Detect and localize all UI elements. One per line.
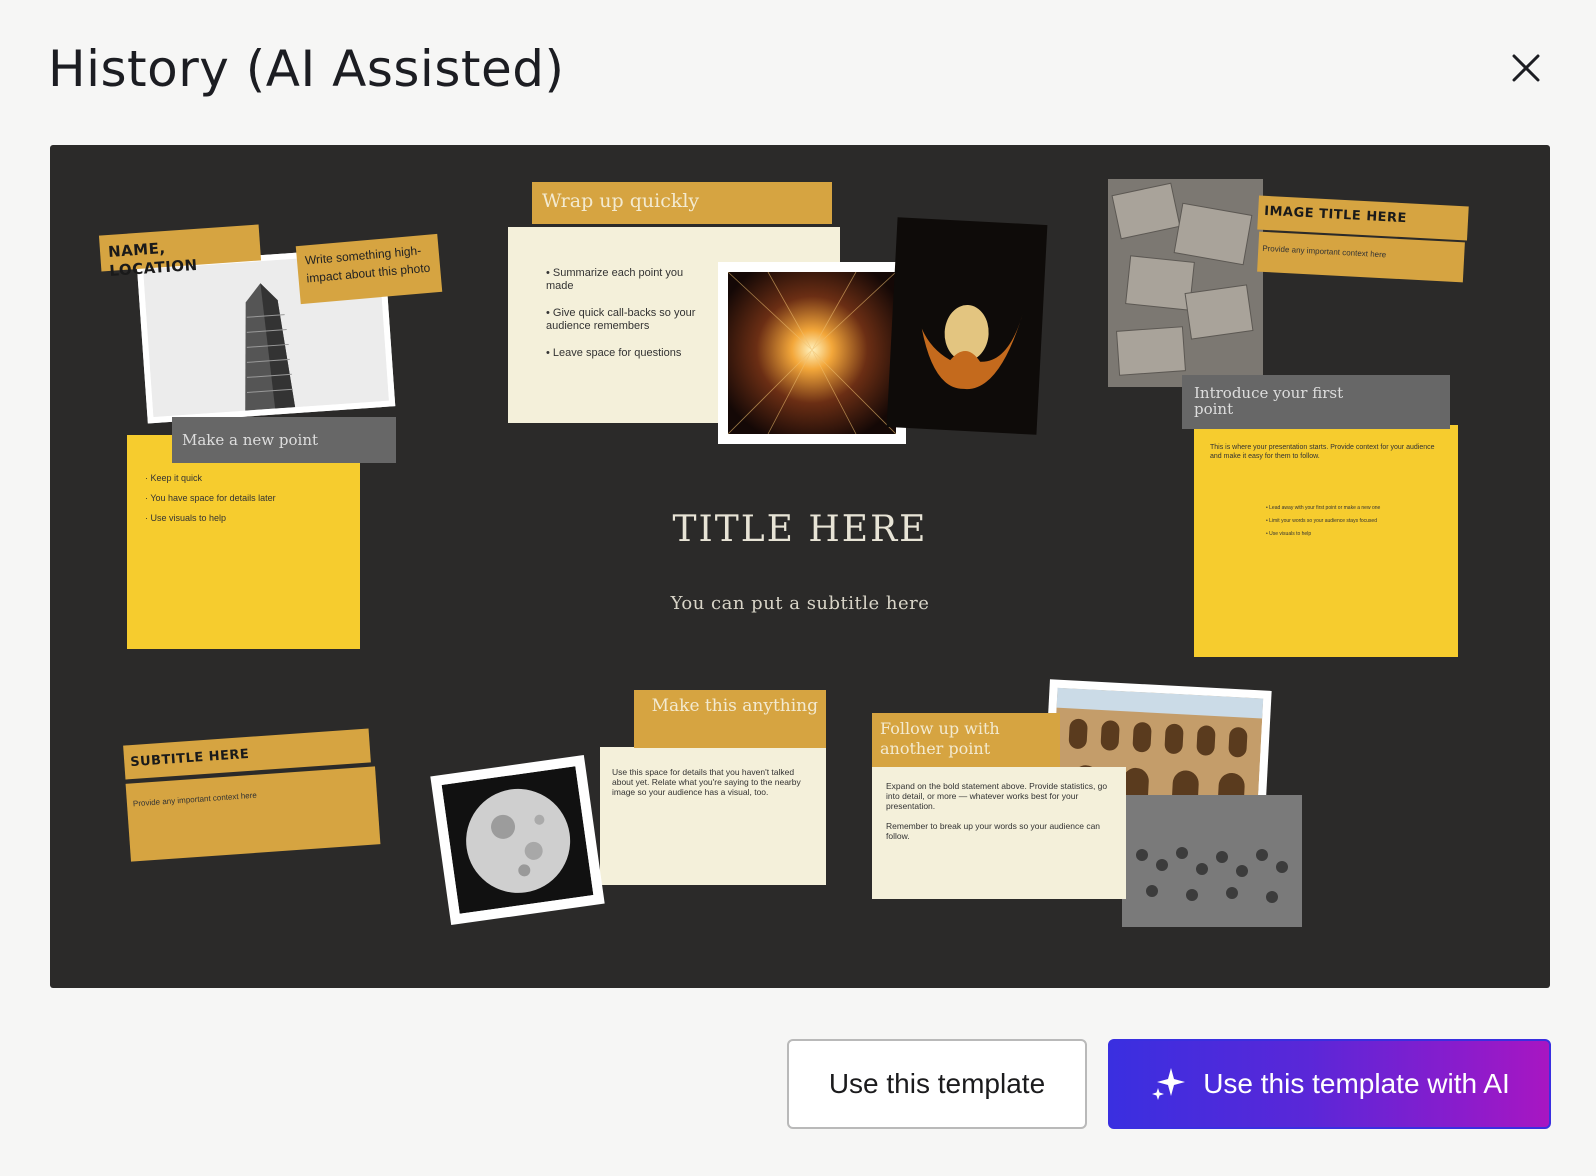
list-item: • Summarize each point you made [546, 267, 684, 292]
slide-subtitle: You can put a subtitle here [670, 593, 930, 614]
close-button[interactable] [1506, 48, 1546, 88]
modal-title: History (AI Assisted) [48, 40, 565, 98]
crowd-photo [1122, 795, 1302, 927]
first-point-header-text: Introduce your first point [1194, 384, 1344, 418]
photo-note-text: Write something high-impact about this p… [304, 243, 431, 286]
list-item: • Give quick call-backs so your audience… [546, 307, 696, 332]
use-template-button[interactable]: Use this template [787, 1039, 1087, 1129]
list-item: · You have space for details later [145, 493, 276, 503]
make-anything-body: Use this space for details that you have… [612, 767, 801, 797]
image-title-context-text: Provide any important context here [1262, 243, 1387, 260]
lightbulb-photo [886, 217, 1048, 435]
follow-up-body-2: Remember to break up your words so your … [886, 821, 1101, 841]
sparkle-icon [1152, 1068, 1186, 1100]
subtitle-context-text: Provide any important context here [132, 790, 258, 809]
template-preview: NAME, LOCATION Write something high-impa… [50, 145, 1550, 988]
new-point-header-text: Make a new point [182, 431, 319, 449]
slide-title: TITLE HERE [672, 509, 928, 550]
close-icon [1512, 54, 1540, 82]
subtitle-context: Provide any important context here [125, 766, 381, 862]
make-anything-header-text: Make this anything [651, 696, 818, 716]
use-template-ai-label: Use this template with AI [1203, 1068, 1510, 1099]
photo-note: Write something high-impact about this p… [295, 233, 443, 305]
first-point-body: This is where your presentation starts. … [1210, 444, 1435, 460]
subtitle-tag-text: SUBTITLE HERE [129, 746, 250, 771]
image-title-text: IMAGE TITLE HERE [1263, 203, 1408, 227]
first-point-header: Introduce your first point [1182, 375, 1450, 429]
use-template-label: Use this template [828, 1068, 1046, 1099]
make-anything-header: Make this anything [634, 690, 826, 748]
use-template-ai-button[interactable]: Use this template with AI [1108, 1039, 1551, 1129]
maps-photo [1108, 179, 1263, 387]
list-item: • Leave space for questions [546, 347, 682, 359]
wrap-up-header: Wrap up quickly [532, 182, 832, 224]
wrap-up-header-text: Wrap up quickly [542, 190, 700, 212]
tunnel-photo [718, 262, 906, 444]
make-anything-card: Use this space for details that you have… [600, 747, 826, 885]
new-point-header: Make a new point [172, 417, 396, 463]
follow-up-header: Follow up with another point [872, 713, 1060, 767]
follow-up-body-1: Expand on the bold statement above. Prov… [886, 781, 1108, 811]
follow-up-card: Expand on the bold statement above. Prov… [872, 767, 1126, 899]
follow-up-header-text: Follow up with another point [880, 719, 1000, 758]
moon-photo [430, 754, 605, 926]
name-location-text: NAME, LOCATION [107, 239, 199, 280]
list-item: · Keep it quick [145, 473, 203, 483]
image-title-context: Provide any important context here [1257, 231, 1465, 283]
